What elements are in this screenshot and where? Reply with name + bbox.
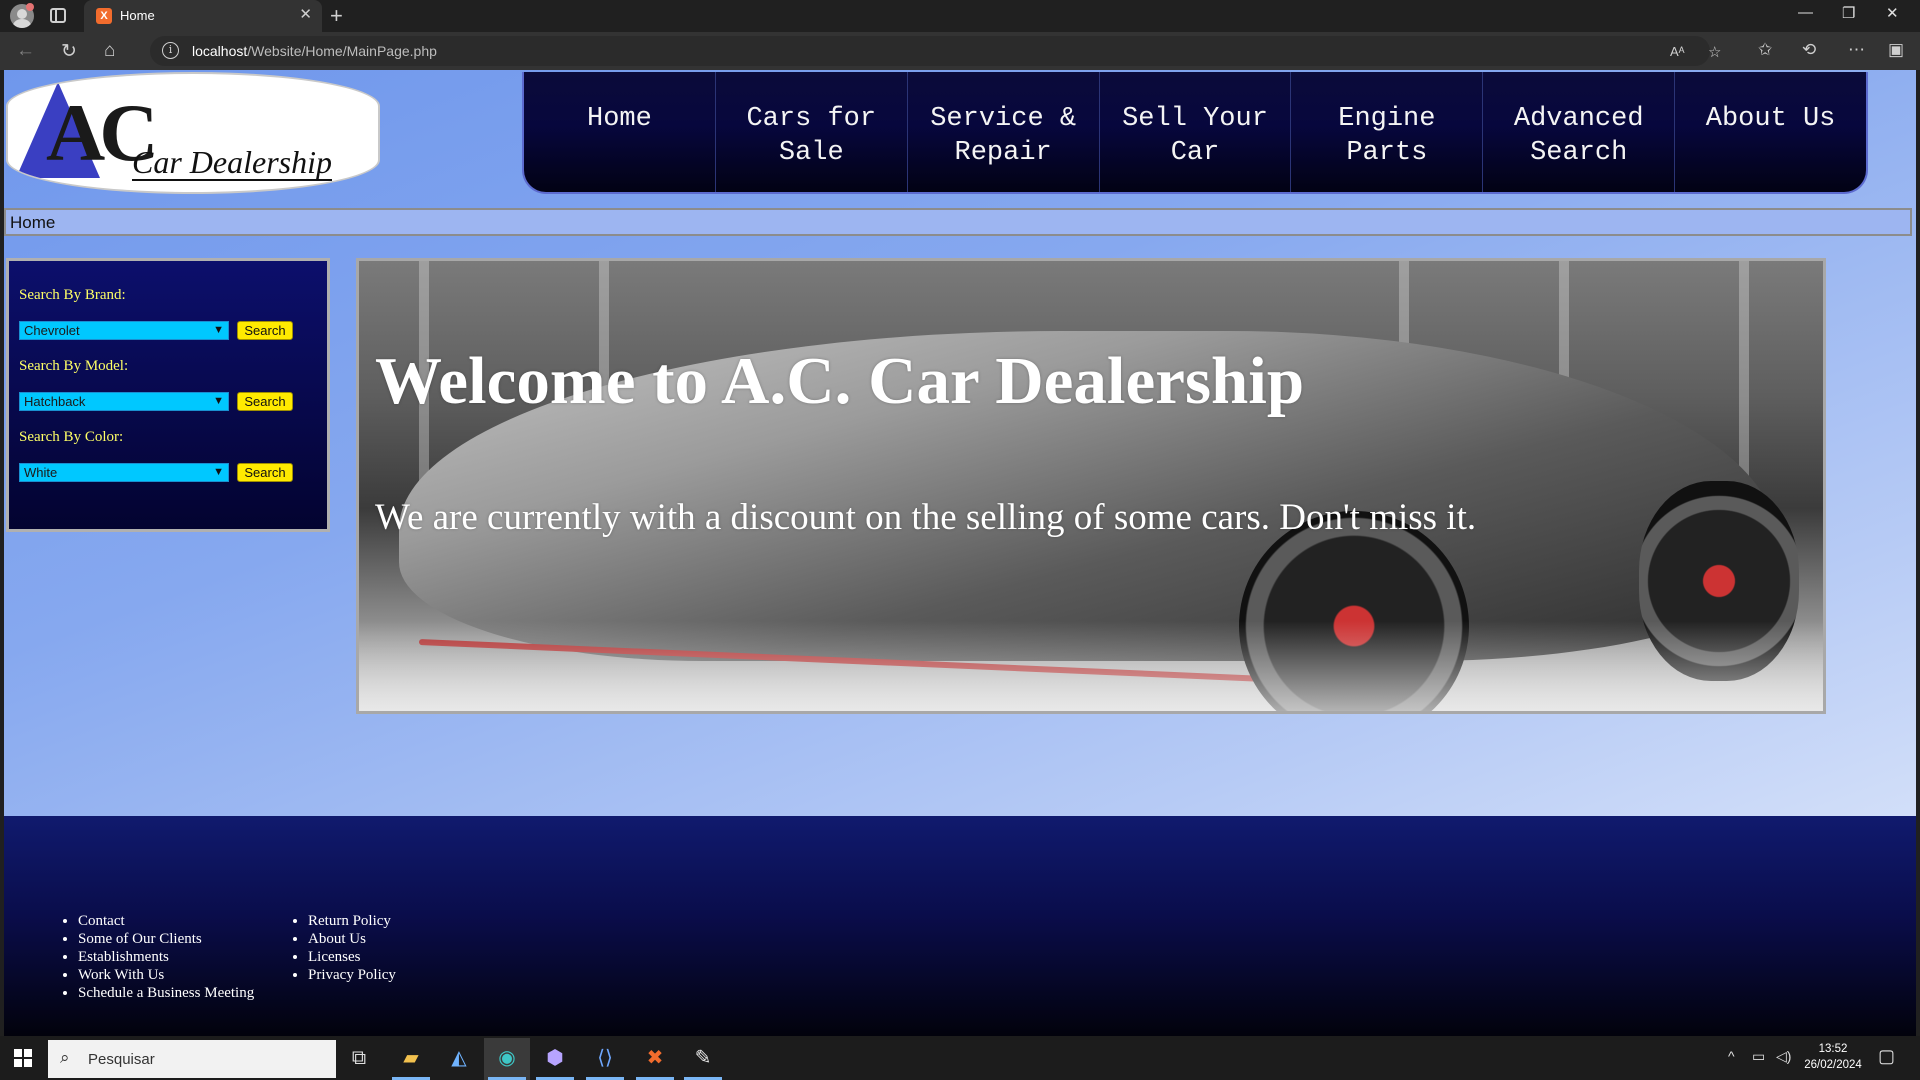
network-icon[interactable]: ▭ <box>1752 1048 1765 1065</box>
nav-service-repair[interactable]: Service & Repair <box>908 72 1100 192</box>
windows-taskbar: ⌕ Pesquisar ⧉ ▰ ◭ ◉ ⬢ ⟨⟩ ✖ ✎ ^ ▭ ◁) 13:5… <box>0 1036 1920 1080</box>
nav-advanced-search[interactable]: Advanced Search <box>1483 72 1676 192</box>
edge-browser-icon[interactable]: ◉ <box>484 1038 530 1080</box>
footer-link-establishments[interactable]: Establishments <box>78 948 254 966</box>
favorite-star-icon[interactable]: ☆ <box>1708 43 1721 61</box>
restore-icon[interactable]: ❐ <box>1842 4 1855 22</box>
home-icon[interactable]: ⌂ <box>104 40 115 62</box>
brand-search-button[interactable]: Search <box>237 321 293 340</box>
nav-about-us[interactable]: About Us <box>1675 72 1866 192</box>
brand-label: Search By Brand: <box>19 287 126 303</box>
dev-tool-icon[interactable]: ⬢ <box>532 1038 578 1080</box>
footer-link-return-policy[interactable]: Return Policy <box>308 912 396 930</box>
xampp-favicon-icon: X <box>96 8 112 24</box>
nav-home[interactable]: Home <box>524 72 716 192</box>
footer-links-col1: Contact Some of Our Clients Establishmen… <box>62 912 254 1002</box>
taskbar-search-input[interactable]: ⌕ Pesquisar <box>48 1040 336 1078</box>
color-select[interactable]: White ▼ <box>19 463 229 482</box>
paint-icon[interactable]: ✎ <box>680 1038 726 1080</box>
notifications-icon[interactable]: ▢ <box>1878 1046 1895 1067</box>
site-footer: Contact Some of Our Clients Establishmen… <box>4 816 1916 1036</box>
url-path: /Website/Home/MainPage.php <box>247 43 437 59</box>
favorites-icon[interactable]: ✩ <box>1758 40 1772 60</box>
nav-sell-your-car[interactable]: Sell Your Car <box>1100 72 1292 192</box>
breadcrumb: Home <box>4 208 1912 236</box>
url-host: localhost <box>192 43 248 59</box>
footer-link-about-us[interactable]: About Us <box>308 930 396 948</box>
history-icon[interactable]: ⟲ <box>1802 40 1816 60</box>
browser-tab-home[interactable]: X Home ✕ <box>84 0 322 32</box>
clock-date: 26/02/2024 <box>1804 1059 1862 1071</box>
model-select-value: Hatchback <box>24 394 86 409</box>
site-logo[interactable]: AC Car Dealership <box>6 72 380 194</box>
tab-title: Home <box>120 8 155 23</box>
color-label: Search By Color: <box>19 429 124 445</box>
url-text[interactable]: localhost/Website/Home/MainPage.php <box>192 43 437 59</box>
close-window-icon[interactable]: ✕ <box>1886 4 1899 22</box>
footer-link-work-with-us[interactable]: Work With Us <box>78 966 254 984</box>
chevron-down-icon: ▼ <box>213 466 224 478</box>
nav-cars-for-sale[interactable]: Cars for Sale <box>716 72 908 192</box>
sidebar-toggle-icon[interactable]: ▣ <box>1888 40 1904 60</box>
volume-icon[interactable]: ◁) <box>1776 1048 1791 1065</box>
profile-badge-icon <box>26 3 34 11</box>
footer-links-col2: Return Policy About Us Licenses Privacy … <box>292 912 396 984</box>
brand-select[interactable]: Chevrolet ▼ <box>19 321 229 340</box>
site-info-icon[interactable]: i <box>162 42 179 59</box>
tray-overflow-icon[interactable]: ^ <box>1728 1048 1735 1064</box>
model-label: Search By Model: <box>19 358 129 374</box>
nav-engine-parts[interactable]: Engine Parts <box>1291 72 1484 192</box>
xampp-icon[interactable]: ✖ <box>632 1038 678 1080</box>
chevron-down-icon: ▼ <box>213 395 224 407</box>
file-explorer-icon[interactable]: ▰ <box>388 1038 434 1080</box>
taskbar-search-placeholder: Pesquisar <box>88 1051 155 1068</box>
model-search-button[interactable]: Search <box>237 392 293 411</box>
color-select-value: White <box>24 465 58 480</box>
address-bar[interactable]: i localhost/Website/Home/MainPage.php Aᴬ… <box>150 36 1721 66</box>
brand-select-value: Chevrolet <box>24 323 80 338</box>
footer-link-privacy-policy[interactable]: Privacy Policy <box>308 966 396 984</box>
color-search-button[interactable]: Search <box>237 463 293 482</box>
task-view-icon[interactable]: ⧉ <box>336 1038 382 1080</box>
search-panel: Search By Brand: Chevrolet ▼ Search Sear… <box>6 258 330 532</box>
chevron-down-icon: ▼ <box>213 324 224 336</box>
model-select[interactable]: Hatchback ▼ <box>19 392 229 411</box>
reload-icon[interactable]: ↻ <box>61 40 77 63</box>
logo-text: Car Dealership <box>132 144 332 181</box>
showroom-floor <box>359 621 1823 711</box>
app-icon[interactable]: ◭ <box>436 1038 482 1080</box>
system-clock[interactable]: 13:52 26/02/2024 <box>1800 1041 1866 1073</box>
browser-tab-strip: X Home ✕ + — ❐ ✕ <box>0 0 1920 32</box>
close-tab-icon[interactable]: ✕ <box>299 5 312 23</box>
windows-start-icon[interactable] <box>14 1049 32 1067</box>
footer-link-contact[interactable]: Contact <box>78 912 254 930</box>
tab-actions-icon[interactable] <box>50 8 66 23</box>
clock-time: 13:52 <box>1818 1043 1848 1055</box>
minimize-icon[interactable]: — <box>1798 4 1813 21</box>
breadcrumb-home[interactable]: Home <box>10 213 55 233</box>
main-navigation: Home Cars for Sale Service & Repair Sell… <box>522 72 1868 194</box>
read-aloud-icon[interactable]: Aᴬ <box>1670 44 1685 59</box>
hero-title: Welcome to A.C. Car Dealership <box>375 344 1305 418</box>
footer-link-business-meeting[interactable]: Schedule a Business Meeting <box>78 984 254 1002</box>
browser-toolbar: ← ↻ ⌂ i localhost/Website/Home/MainPage.… <box>0 32 1920 70</box>
new-tab-icon[interactable]: + <box>330 3 343 29</box>
hero-subtitle: We are currently with a discount on the … <box>375 497 1477 538</box>
more-menu-icon[interactable]: ⋯ <box>1848 40 1865 60</box>
back-icon[interactable]: ← <box>16 40 35 62</box>
hero-banner: Welcome to A.C. Car Dealership We are cu… <box>356 258 1826 714</box>
code-editor-icon[interactable]: ⟨⟩ <box>582 1038 628 1080</box>
footer-link-clients[interactable]: Some of Our Clients <box>78 930 254 948</box>
footer-link-licenses[interactable]: Licenses <box>308 948 396 966</box>
page-viewport: AC Car Dealership Home Cars for Sale Ser… <box>4 70 1916 1036</box>
search-icon: ⌕ <box>60 1048 70 1067</box>
